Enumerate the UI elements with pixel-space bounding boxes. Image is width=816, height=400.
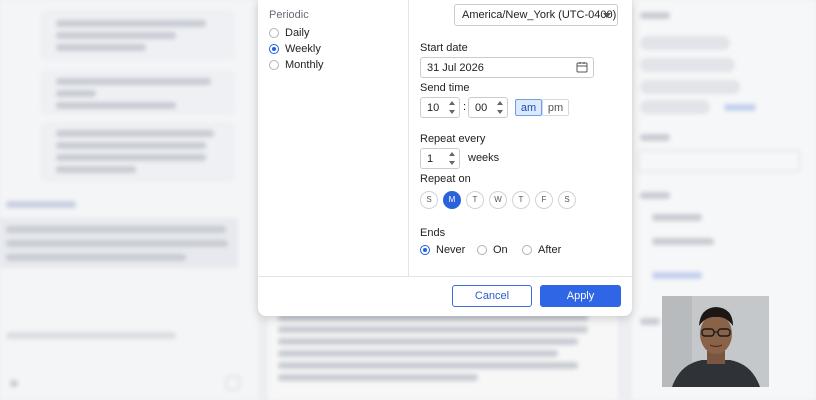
repeat-every-input[interactable]: 1 — [420, 148, 460, 169]
day-friday-button[interactable]: F — [535, 191, 553, 209]
periodic-monthly-radio[interactable]: Monthly — [269, 59, 324, 71]
timezone-select[interactable]: America/New_York (UTC-0400) — [454, 4, 618, 26]
ends-label: Ends — [420, 227, 446, 239]
radio-selected-icon — [420, 245, 430, 255]
ends-after-radio[interactable]: After — [522, 244, 561, 256]
chat-message — [40, 70, 235, 115]
stepper-arrows-icon[interactable] — [449, 152, 455, 165]
minute-input[interactable]: 00 — [468, 97, 508, 118]
calendar-icon[interactable] — [576, 61, 588, 73]
footer-divider — [258, 276, 632, 277]
start-date-input[interactable]: 31 Jul 2026 — [420, 57, 594, 78]
day-monday-button[interactable]: M — [443, 191, 461, 209]
am-toggle[interactable]: am — [515, 99, 542, 116]
repeat-unit-label: weeks — [468, 152, 500, 164]
stepper-arrows-icon[interactable] — [497, 101, 503, 114]
apply-button[interactable]: Apply — [540, 285, 621, 307]
radio-icon — [269, 60, 279, 70]
stepper-arrows-icon[interactable] — [449, 101, 455, 114]
day-tuesday-button[interactable]: T — [466, 191, 484, 209]
person-video-image — [662, 296, 769, 387]
radio-selected-icon — [269, 44, 279, 54]
radio-icon — [522, 245, 532, 255]
cancel-button[interactable]: Cancel — [452, 285, 532, 307]
hour-input[interactable]: 10 — [420, 97, 460, 118]
column-divider — [408, 0, 409, 276]
periodic-daily-radio[interactable]: Daily — [269, 27, 309, 39]
send-time-label: Send time — [420, 82, 470, 94]
day-sunday-button[interactable]: S — [420, 191, 438, 209]
periodic-label: Periodic — [269, 9, 309, 21]
chat-message — [40, 122, 235, 182]
start-date-label: Start date — [420, 42, 468, 54]
chat-message — [40, 10, 235, 60]
output-preview — [268, 310, 618, 400]
radio-icon — [269, 28, 279, 38]
repeat-every-label: Repeat every — [420, 133, 486, 145]
schedule-dialog: Periodic Daily Weekly Monthly America/Ne… — [258, 0, 632, 316]
time-separator: : — [463, 101, 467, 113]
pm-toggle[interactable]: pm — [542, 99, 569, 116]
repeat-on-label: Repeat on — [420, 173, 471, 185]
periodic-weekly-radio[interactable]: Weekly — [269, 43, 321, 55]
ends-never-radio[interactable]: Never — [420, 244, 465, 256]
ends-on-radio[interactable]: On — [477, 244, 508, 256]
webcam-overlay — [662, 296, 769, 387]
day-wednesday-button[interactable]: W — [489, 191, 507, 209]
day-saturday-button[interactable]: S — [558, 191, 576, 209]
chat-panel — [0, 0, 258, 400]
chevron-down-icon — [603, 13, 611, 18]
day-thursday-button[interactable]: T — [512, 191, 530, 209]
radio-icon — [477, 245, 487, 255]
